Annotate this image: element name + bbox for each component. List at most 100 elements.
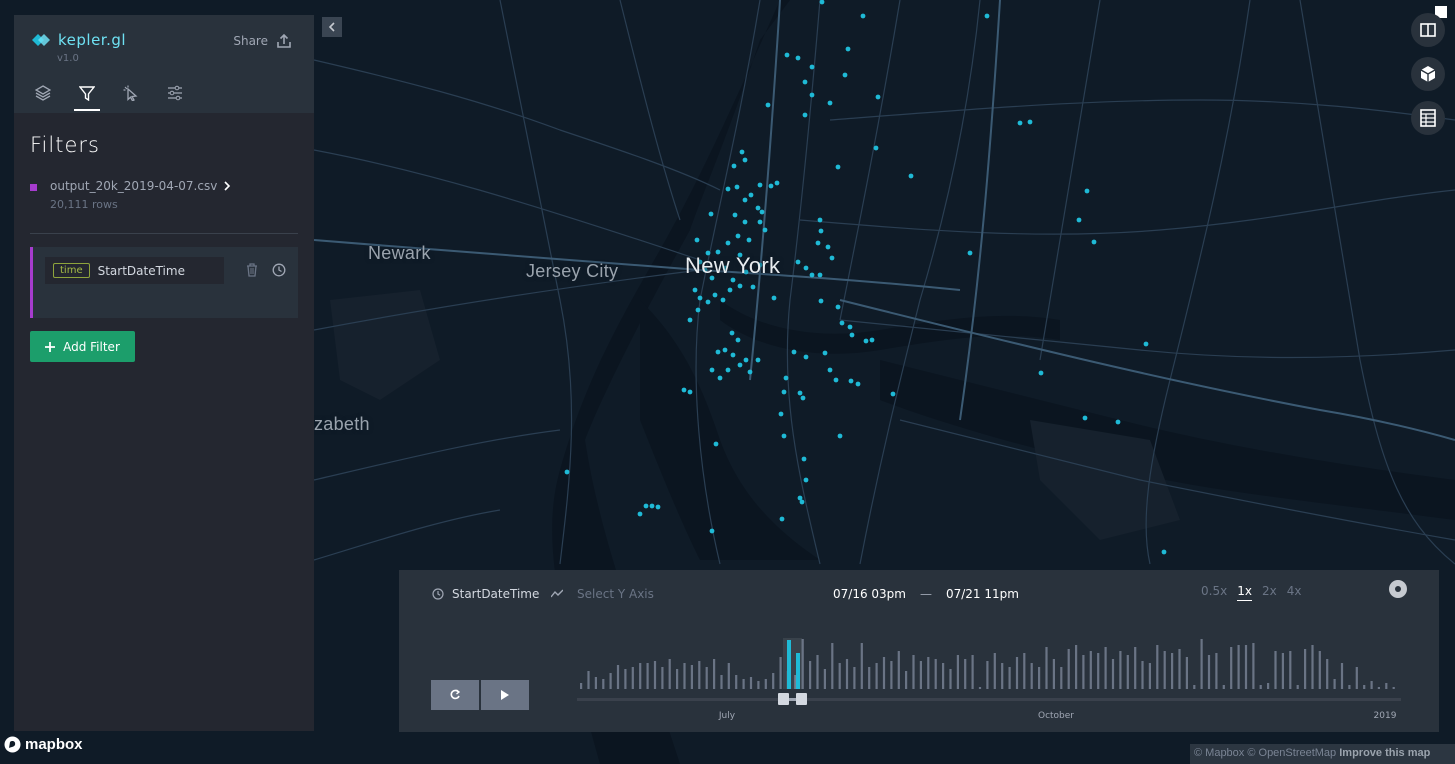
histogram-bar — [1252, 643, 1255, 689]
histogram-bar — [1134, 647, 1137, 689]
tab-layers[interactable] — [30, 81, 56, 111]
y-axis-selector[interactable]: Select Y Axis — [551, 587, 654, 601]
time-widget: July October 2019 StartDateTime Select Y A… — [399, 570, 1439, 732]
speed-option-2x[interactable]: 2x — [1262, 584, 1277, 601]
map-label-new-york: New York — [685, 253, 781, 278]
histogram-bar — [1038, 667, 1041, 689]
histogram-bar — [1067, 649, 1070, 689]
histogram-bar — [1222, 685, 1225, 689]
split-map-icon — [1420, 23, 1436, 37]
histogram-bar — [809, 661, 812, 689]
histogram-bar — [934, 659, 937, 689]
histogram-bar — [1178, 649, 1181, 689]
histogram-bar — [1340, 663, 1344, 689]
mapbox-logo[interactable]: mapbox — [4, 736, 83, 753]
range-separator: — — [919, 587, 932, 601]
animation-settings-button[interactable] — [1389, 580, 1407, 598]
divider — [30, 233, 298, 234]
histogram-bar — [653, 661, 657, 689]
histogram-bar — [698, 661, 701, 689]
histogram-bar — [1156, 645, 1159, 689]
histogram-bar — [1370, 681, 1373, 689]
mapbox-logo-icon — [4, 736, 21, 753]
histogram-bar — [986, 661, 989, 689]
histogram-bar — [639, 663, 642, 689]
speed-option-1x[interactable]: 1x — [1237, 584, 1252, 601]
histogram-bar — [1148, 663, 1151, 689]
histogram-bar — [727, 663, 730, 689]
histogram-bar — [1348, 685, 1351, 689]
app-name: kepler.gl — [58, 31, 127, 49]
histogram-bar — [1089, 651, 1092, 689]
time-slider-handle-start[interactable] — [778, 693, 789, 705]
3d-view-button[interactable] — [1411, 57, 1445, 91]
histogram-bar — [1230, 647, 1233, 689]
collapse-sidebar-button[interactable] — [322, 17, 342, 37]
histogram-bar — [757, 681, 760, 689]
histogram-bar — [1075, 645, 1078, 689]
cube-icon — [1420, 66, 1436, 82]
tab-map-style[interactable] — [162, 81, 188, 111]
upload-icon — [277, 33, 291, 48]
histogram-bar — [602, 679, 605, 689]
dataset-color-swatch — [30, 184, 37, 191]
map-label-jersey-city: Jersey City — [526, 261, 619, 281]
histogram-bar — [1377, 687, 1380, 689]
histogram-bar — [1207, 655, 1211, 689]
tab-filters[interactable] — [74, 81, 100, 111]
histogram-bar — [735, 675, 738, 689]
histogram-bar — [1355, 667, 1358, 689]
filter-field-select[interactable]: time StartDateTime — [45, 257, 224, 284]
histogram-bar — [927, 657, 930, 689]
reset-icon — [450, 689, 461, 700]
trash-icon[interactable] — [246, 263, 258, 277]
attribution-text[interactable]: © Mapbox © OpenStreetMap — [1194, 747, 1336, 759]
histogram-bar — [661, 667, 664, 689]
histogram-bar — [631, 667, 634, 689]
histogram-bar — [594, 677, 597, 689]
y-axis-placeholder: Select Y Axis — [577, 587, 654, 601]
app-logo: kepler.gl — [30, 31, 126, 49]
share-button[interactable]: Share — [233, 33, 292, 49]
split-map-button[interactable] — [1411, 13, 1445, 47]
map-label-newark: Newark — [368, 243, 431, 263]
dataset-row-count: 20,111 rows — [50, 198, 118, 211]
histogram-bar — [1008, 667, 1011, 689]
histogram-bar — [1259, 685, 1262, 689]
histogram-bar — [956, 655, 959, 689]
histogram-bar — [1237, 645, 1240, 689]
speed-option-4x[interactable]: 4x — [1287, 584, 1302, 601]
clock-icon — [432, 588, 444, 600]
improve-map-link[interactable]: Improve this map — [1339, 747, 1430, 759]
histogram-bar — [964, 659, 967, 689]
map-label-elizabeth: zabeth — [314, 414, 370, 434]
add-filter-button[interactable]: Add Filter — [30, 331, 135, 362]
table-icon — [1420, 109, 1436, 127]
histogram-bar — [942, 663, 945, 689]
time-slider-handle-end[interactable] — [796, 693, 807, 705]
tab-interactions[interactable] — [118, 81, 144, 111]
speed-option-0.5x[interactable]: 0.5x — [1201, 584, 1227, 601]
histogram-bar — [1215, 653, 1218, 689]
chevron-right-icon[interactable] — [223, 181, 231, 191]
clock-icon[interactable] — [272, 263, 286, 277]
histogram-bar-selected — [787, 640, 791, 689]
filter-actions — [246, 263, 286, 277]
dataset-name: output_20k_2019-04-07.csv — [50, 179, 218, 193]
cursor-click-icon — [123, 85, 138, 101]
histogram-bar — [1318, 651, 1321, 689]
histogram-bar — [646, 663, 649, 689]
legend-button[interactable] — [1411, 101, 1445, 135]
histogram-bar — [831, 643, 834, 689]
histogram-bar — [882, 657, 886, 689]
time-field-selector[interactable]: StartDateTime — [432, 587, 539, 601]
histogram-bar — [1385, 683, 1388, 689]
time-slider-track[interactable] — [577, 698, 1401, 701]
histogram-bar — [1392, 687, 1395, 689]
histogram-bar — [816, 655, 819, 689]
histogram-bar — [1311, 645, 1314, 689]
reset-button[interactable] — [431, 680, 479, 710]
plus-icon — [45, 341, 56, 352]
play-button[interactable] — [481, 680, 529, 710]
dataset-item[interactable]: output_20k_2019-04-07.csv 20,111 rows — [30, 179, 298, 211]
